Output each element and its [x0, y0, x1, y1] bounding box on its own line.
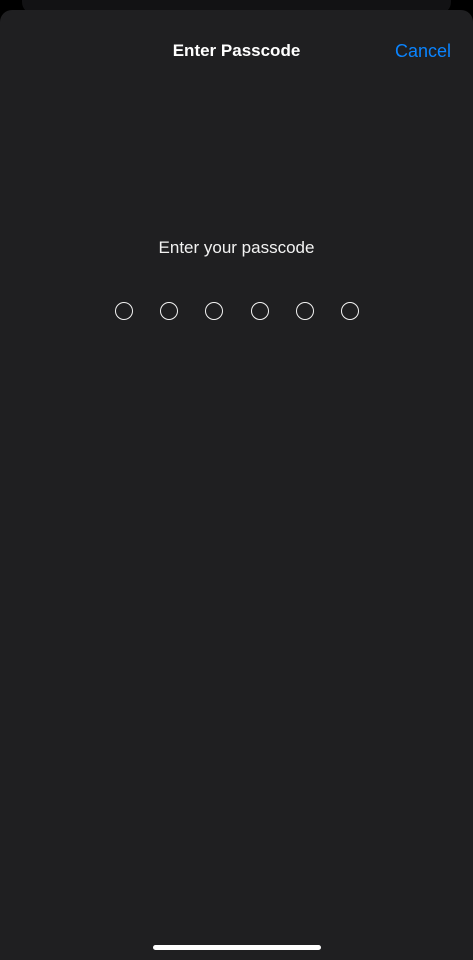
passcode-dot-6: [340, 302, 359, 320]
passcode-prompt: Enter your passcode: [158, 238, 315, 257]
passcode-dots: [115, 300, 359, 322]
screen: Enter Passcode Cancel Enter your passcod…: [0, 0, 473, 960]
passcode-dot-5: [295, 302, 314, 320]
cancel-button[interactable]: Cancel: [395, 40, 451, 62]
home-indicator[interactable]: [153, 945, 321, 950]
passcode-dot-2: [160, 302, 179, 320]
passcode-dot-1: [115, 302, 133, 320]
passcode-dot-3: [205, 302, 224, 320]
passcode-dot-4: [250, 302, 269, 320]
passcode-sheet: Enter Passcode Cancel Enter your passcod…: [0, 10, 473, 960]
